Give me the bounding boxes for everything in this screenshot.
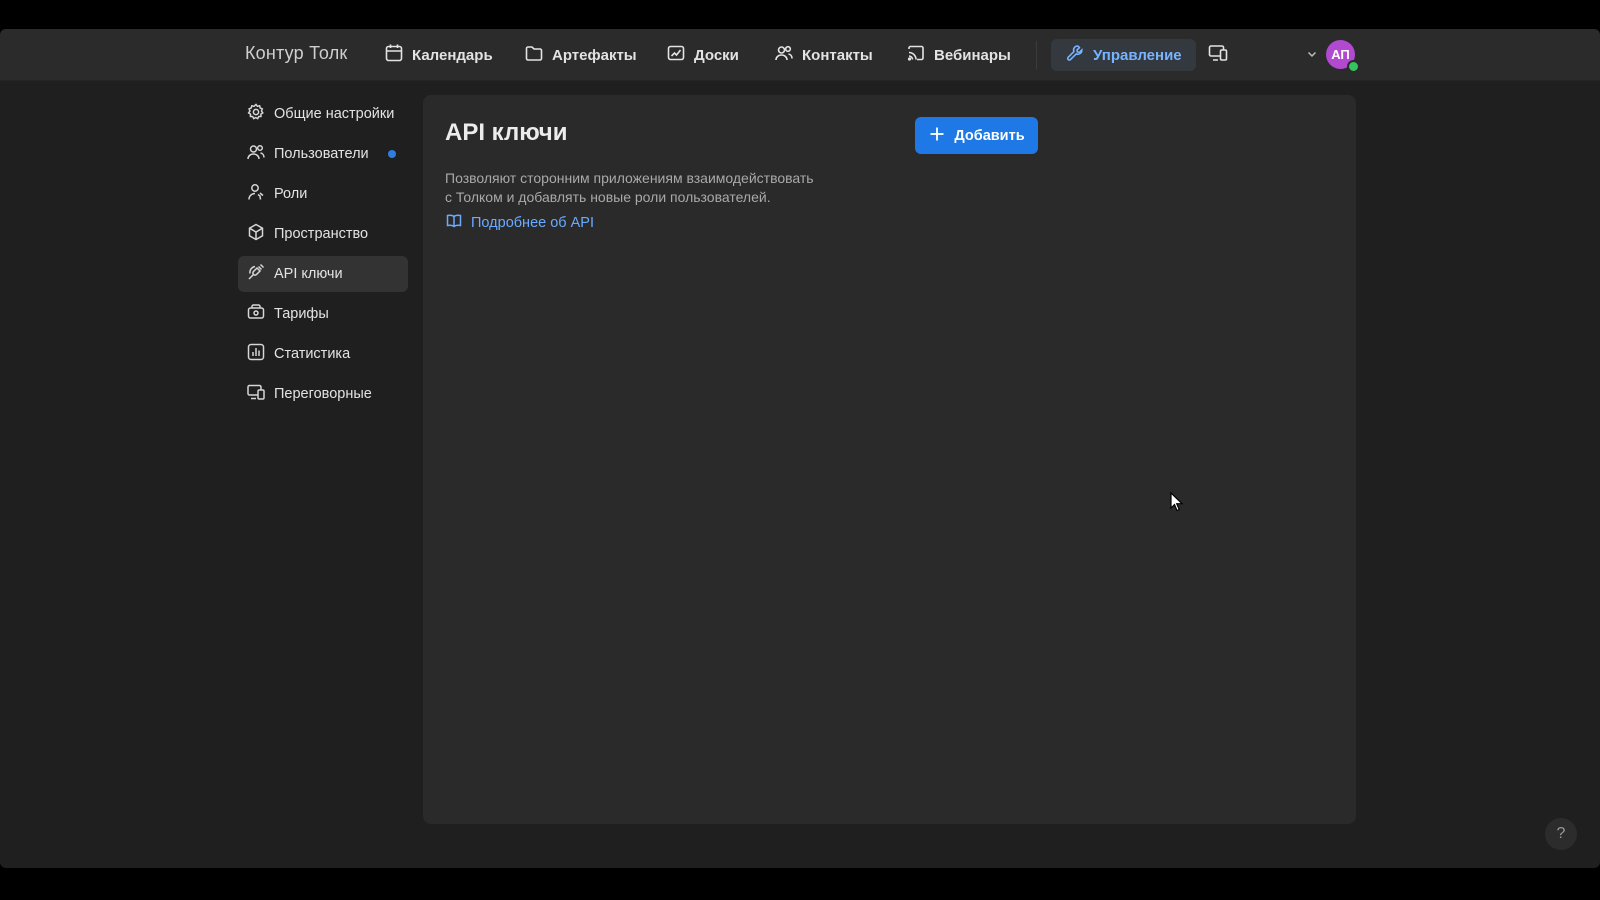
plug-icon xyxy=(246,262,266,286)
online-status-indicator xyxy=(1347,60,1360,73)
top-bar: Контур Толк Календарь Артефакты Доски Ко… xyxy=(0,29,1600,81)
nav-item-calendar[interactable]: Календарь xyxy=(378,39,499,71)
sidebar-item-label: Статистика xyxy=(274,346,351,362)
description-line: с Толком и добавлять новые роли пользова… xyxy=(445,189,771,205)
app-window: Контур Толк Календарь Артефакты Доски Ко… xyxy=(0,29,1600,868)
plus-icon xyxy=(928,125,946,147)
nav-item-label: Артефакты xyxy=(552,46,637,64)
page-description: Позволяют сторонним приложениям взаимоде… xyxy=(445,169,865,207)
gear-icon xyxy=(246,102,266,126)
sidebar-item-general-settings[interactable]: Общие настройки xyxy=(238,96,408,132)
users-icon xyxy=(246,142,266,166)
sidebar-item-label: Роли xyxy=(274,186,308,202)
nav-item-label: Контакты xyxy=(802,46,873,64)
sidebar-item-statistics[interactable]: Статистика xyxy=(238,336,408,372)
sidebar-item-api-keys[interactable]: API ключи xyxy=(238,256,408,292)
calendar-icon xyxy=(384,43,404,67)
sidebar-item-meeting-rooms[interactable]: Переговорные xyxy=(238,376,408,412)
nav-item-webinars[interactable]: Вебинары xyxy=(900,39,1017,71)
nav-item-label: Вебинары xyxy=(934,46,1011,64)
settings-sidebar: Общие настройки Пользователи Роли Простр… xyxy=(238,96,408,416)
roles-icon xyxy=(246,182,266,206)
sidebar-item-label: API ключи xyxy=(274,266,343,282)
nav-item-label: Календарь xyxy=(412,46,493,64)
api-link-label: Подробнее об API xyxy=(471,215,594,231)
sidebar-item-label: Общие настройки xyxy=(274,106,395,122)
chevron-down-icon xyxy=(1305,48,1319,65)
nav-item-management[interactable]: Управление xyxy=(1051,39,1196,71)
meeting-room-icon xyxy=(246,382,266,406)
wrench-icon xyxy=(1065,43,1085,67)
cube-icon xyxy=(246,222,266,246)
user-menu-chevron[interactable] xyxy=(1305,47,1319,61)
book-icon xyxy=(445,212,463,234)
add-button-label: Добавить xyxy=(954,127,1025,144)
page-title: API ключи xyxy=(445,119,568,146)
sidebar-item-users[interactable]: Пользователи xyxy=(238,136,408,172)
nav-item-contacts[interactable]: Контакты xyxy=(768,39,879,71)
sidebar-item-tariffs[interactable]: Тарифы xyxy=(238,296,408,332)
mouse-cursor-icon xyxy=(1170,491,1184,512)
sidebar-item-roles[interactable]: Роли xyxy=(238,176,408,212)
api-keys-panel: API ключи Добавить Позволяют сторонним п… xyxy=(423,95,1356,824)
folder-icon xyxy=(524,43,544,67)
nav-divider xyxy=(1036,41,1037,69)
sidebar-item-label: Переговорные xyxy=(274,386,372,402)
devices-icon xyxy=(1207,42,1229,69)
nav-item-label: Доски xyxy=(694,46,739,64)
chart-icon xyxy=(246,342,266,366)
nav-item-boards[interactable]: Доски xyxy=(660,39,745,71)
webinar-icon xyxy=(906,43,926,67)
nav-item-artifacts[interactable]: Артефакты xyxy=(518,39,643,71)
api-docs-link[interactable]: Подробнее об API xyxy=(445,212,594,234)
brand-logo[interactable]: Контур Толк xyxy=(245,43,347,64)
tariff-icon xyxy=(246,302,266,326)
sidebar-item-label: Тарифы xyxy=(274,306,329,322)
nav-item-label: Управление xyxy=(1093,46,1182,64)
devices-button[interactable] xyxy=(1205,42,1231,68)
description-line: Позволяют сторонним приложениям взаимоде… xyxy=(445,170,814,186)
add-api-key-button[interactable]: Добавить xyxy=(915,117,1038,154)
contacts-icon xyxy=(774,43,794,67)
sidebar-item-label: Пользователи xyxy=(274,146,369,162)
notification-dot xyxy=(388,150,396,158)
sidebar-item-label: Пространство xyxy=(274,226,369,242)
board-icon xyxy=(666,43,686,67)
sidebar-item-space[interactable]: Пространство xyxy=(238,216,408,252)
help-button[interactable]: ? xyxy=(1545,818,1577,850)
